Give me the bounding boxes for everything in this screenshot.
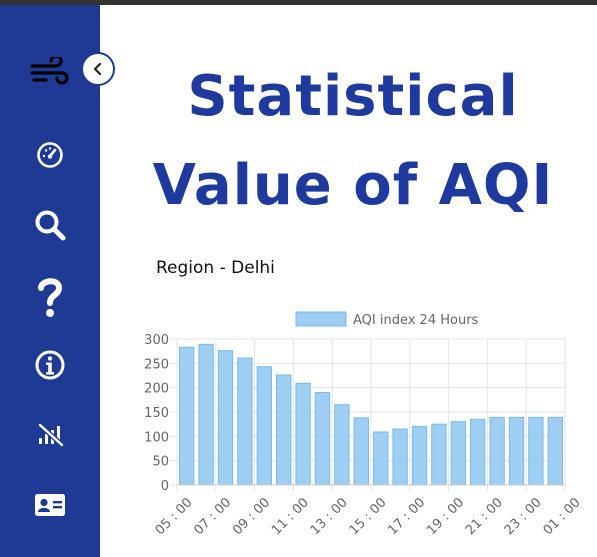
x-tick-label: 09 : 00	[230, 495, 273, 538]
bar	[470, 418, 486, 486]
x-tick-label: 19 : 00	[424, 495, 467, 538]
contact-card-icon[interactable]	[28, 483, 72, 527]
search-icon[interactable]	[28, 203, 72, 247]
page-title: Statistical Value of AQI	[120, 52, 586, 230]
x-tick-label: 15 : 00	[347, 495, 390, 538]
bar	[353, 417, 369, 486]
bar	[508, 416, 525, 486]
page-title-line-1: Statistical	[187, 64, 519, 129]
page-title-line-2: Value of AQI	[152, 153, 554, 218]
chevron-left-icon	[93, 62, 102, 76]
legend-swatch	[295, 311, 347, 327]
bar	[431, 423, 447, 486]
wind-logo-icon[interactable]	[28, 50, 72, 94]
bar	[256, 366, 272, 486]
x-tick-label: 17 : 00	[385, 495, 428, 538]
y-tick-label: 50	[152, 455, 169, 470]
region-label: Region - Delhi	[156, 258, 275, 278]
x-tick-label: 13 : 00	[308, 495, 351, 538]
bar	[373, 431, 389, 486]
bar	[334, 404, 350, 486]
aqi-chart-svg: AQI index 24 Hours 0 50 100 150 200 250 300 05 :…	[144, 311, 584, 538]
y-tick-label: 200	[144, 382, 169, 397]
no-signal-icon[interactable]	[28, 412, 72, 456]
y-tick-label: 250	[144, 357, 169, 372]
x-tick-label: 07 : 00	[191, 495, 234, 538]
bar	[489, 416, 505, 486]
bar	[276, 374, 292, 486]
bar	[528, 416, 544, 486]
x-tick-label: 23 : 00	[502, 495, 545, 538]
y-tick-label: 150	[144, 406, 169, 421]
sidebar	[0, 5, 100, 557]
y-tick-label: 100	[144, 430, 169, 445]
info-icon[interactable]	[28, 343, 72, 387]
bar	[547, 416, 563, 486]
bar	[314, 392, 331, 486]
help-question-icon[interactable]	[28, 275, 72, 319]
bar	[450, 421, 466, 486]
x-tick-label: 21 : 00	[463, 495, 506, 538]
sidebar-collapse-button[interactable]	[81, 52, 115, 86]
y-tick-label: 300	[144, 333, 169, 348]
x-tick-label: 11 : 00	[269, 495, 312, 538]
bar	[179, 346, 195, 486]
legend-label: AQI index 24 Hours	[353, 313, 479, 328]
bar	[411, 426, 428, 486]
bar	[198, 343, 214, 486]
x-tick-label: 01 : 00	[541, 495, 584, 538]
dashboard-gauge-icon[interactable]	[28, 133, 72, 177]
bar	[217, 350, 234, 486]
x-tick-label: 05 : 00	[153, 495, 196, 538]
y-tick-label: 0	[161, 479, 169, 494]
aqi-bar-chart: AQI index 24 Hours 0 50 100 150 200 250 300 05 :…	[130, 300, 597, 557]
bar	[295, 382, 311, 486]
bar	[237, 357, 253, 486]
bar	[392, 428, 408, 486]
